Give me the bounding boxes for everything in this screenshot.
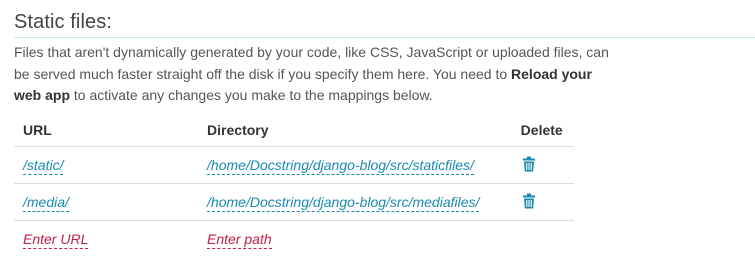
delete-cell: [511, 183, 574, 221]
directory-cell: /home/Docstring/django-blog/src/mediafil…: [198, 183, 512, 221]
static-files-table: URL Directory Delete /static/ /home/Docs…: [14, 114, 574, 257]
title-divider: [14, 37, 755, 38]
trash-icon[interactable]: [522, 193, 536, 212]
delete-column-header: Delete: [511, 114, 574, 147]
enter-path-field[interactable]: Enter path: [207, 231, 272, 249]
new-path-cell: Enter path: [198, 221, 512, 258]
url-cell: /media/: [14, 183, 199, 221]
url-column-header: URL: [14, 114, 199, 147]
url-link[interactable]: /static/: [23, 157, 64, 175]
table-row: /static/ /home/Docstring/django-blog/src…: [14, 146, 574, 184]
directory-link[interactable]: /home/Docstring/django-blog/src/staticfi…: [207, 157, 474, 175]
new-delete-cell: [512, 221, 574, 258]
section-title: Static files:: [14, 11, 112, 33]
table-header-row: URL Directory Delete: [14, 114, 574, 147]
enter-url-field[interactable]: Enter URL: [23, 231, 89, 249]
url-link[interactable]: /media/: [23, 194, 69, 212]
directory-cell: /home/Docstring/django-blog/src/staticfi…: [198, 146, 512, 184]
description-text-end: to activate any changes you make to the …: [70, 87, 433, 103]
table-row: /media/ /home/Docstring/django-blog/src/…: [14, 183, 574, 221]
new-mapping-row: Enter URL Enter path: [14, 221, 574, 258]
directory-column-header: Directory: [198, 114, 512, 147]
url-cell: /static/: [14, 146, 199, 184]
section-description: Files that aren't dynamically generated …: [14, 42, 614, 107]
new-url-cell: Enter URL: [14, 221, 198, 258]
directory-link[interactable]: /home/Docstring/django-blog/src/mediafil…: [207, 194, 480, 212]
trash-icon[interactable]: [522, 156, 536, 175]
delete-cell: [511, 146, 574, 184]
